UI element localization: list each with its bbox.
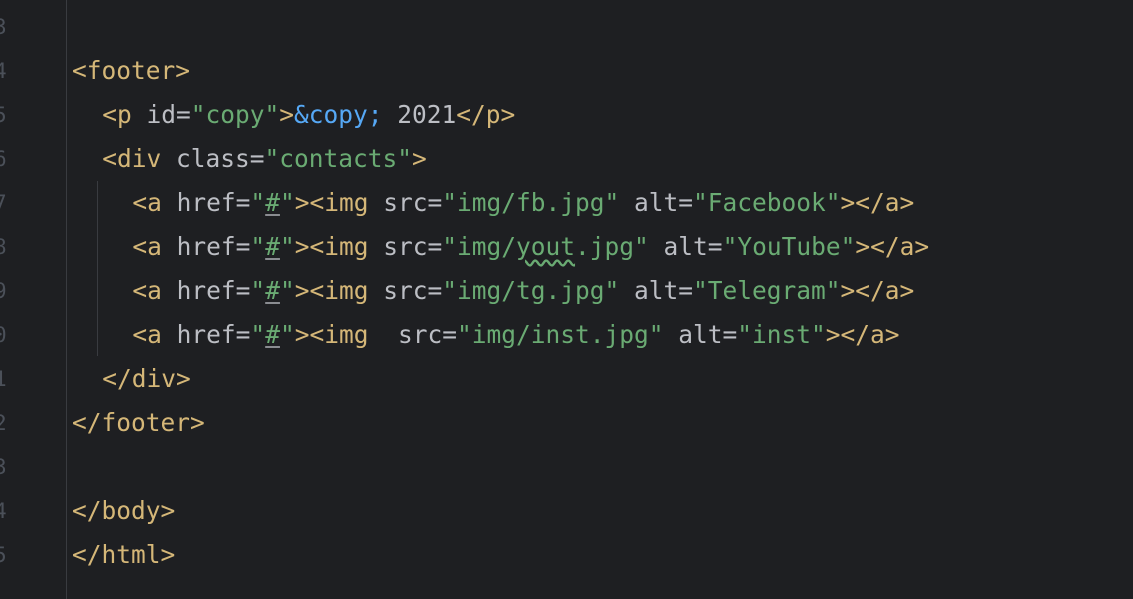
line-number: 2	[0, 411, 7, 435]
code-token: <a	[132, 232, 177, 261]
code-token: "contacts"	[264, 144, 412, 173]
gutter-divider	[66, 0, 67, 599]
code-token: &copy;	[294, 100, 383, 129]
code-line[interactable]: </html>	[72, 533, 175, 577]
code-token: ><img	[294, 276, 384, 305]
code-token: href=	[176, 232, 251, 261]
code-token: ><img	[294, 188, 384, 217]
code-token: href=	[176, 320, 251, 349]
code-token: .jpg"	[575, 232, 649, 261]
code-line[interactable]: <a href="#"><img src="img/fb.jpg" alt="F…	[132, 181, 914, 225]
code-token: <a	[132, 188, 177, 217]
code-line[interactable]: <div class="contacts">	[102, 137, 427, 181]
code-line[interactable]: </body>	[72, 489, 175, 533]
code-token: </p>	[456, 100, 516, 129]
code-token: "	[250, 232, 266, 261]
line-number: 3	[0, 15, 7, 39]
code-token: ></a>	[825, 320, 900, 349]
code-token: id=	[146, 100, 191, 129]
code-token: "img/inst.jpg"	[457, 320, 664, 349]
code-token: alt=	[619, 188, 694, 217]
code-token: "	[279, 188, 295, 217]
code-token: <div	[102, 144, 176, 173]
code-token: alt=	[663, 320, 738, 349]
line-number: 7	[0, 191, 7, 215]
code-token: ><img	[294, 232, 384, 261]
line-number-gutter: 3 4 5 6 7 8 9 0 1 2 3 4 5	[0, 0, 66, 599]
code-line[interactable]: <a href="#"><img src="img/inst.jpg" alt=…	[132, 313, 899, 357]
code-token: class=	[175, 144, 265, 173]
code-token: src=	[383, 188, 443, 217]
code-token: #	[265, 276, 280, 305]
code-token: </body>	[72, 496, 176, 525]
code-token: href=	[176, 188, 251, 217]
line-number: 1	[0, 367, 7, 391]
line-number: 0	[0, 323, 7, 347]
code-token: src=	[383, 232, 443, 261]
code-token: <footer>	[72, 56, 191, 85]
code-line[interactable]: <p id="copy">&copy; 2021</p>	[102, 93, 515, 137]
line-number: 5	[0, 103, 7, 127]
line-number: 9	[0, 279, 7, 303]
code-token: href=	[176, 276, 251, 305]
code-token: ></a>	[840, 188, 915, 217]
code-line[interactable]: <a href="#"><img src="img/tg.jpg" alt="T…	[132, 269, 914, 313]
code-token: "	[279, 232, 295, 261]
code-token: </html>	[72, 540, 176, 569]
code-token: alt=	[619, 276, 694, 305]
code-token: yout	[516, 232, 576, 261]
code-line[interactable]: <footer>	[72, 49, 190, 93]
code-token: "	[250, 320, 266, 349]
line-number: 3	[0, 455, 7, 479]
code-token: ></a>	[840, 276, 915, 305]
code-line[interactable]: <a href="#"><img src="img/yout.jpg" alt=…	[132, 225, 929, 269]
code-token: "	[279, 320, 295, 349]
code-token: </div>	[102, 364, 191, 393]
code-token: >	[411, 144, 427, 173]
code-token: alt=	[648, 232, 723, 261]
line-number: 4	[0, 59, 7, 83]
indent-guide	[97, 181, 98, 356]
code-token: #	[265, 188, 280, 217]
code-token: ></a>	[855, 232, 930, 261]
code-token: "img/	[442, 232, 517, 261]
code-token: "img/tg.jpg"	[442, 276, 620, 305]
code-token: <a	[132, 276, 177, 305]
code-token: src=	[397, 320, 457, 349]
code-token: "img/fb.jpg"	[442, 188, 620, 217]
line-number: 5	[0, 543, 7, 567]
code-token: #	[265, 320, 280, 349]
line-number: 4	[0, 499, 7, 523]
code-token: <p	[102, 100, 147, 129]
code-token: "Facebook"	[693, 188, 841, 217]
code-line[interactable]: </div>	[102, 357, 191, 401]
code-token: 2021	[382, 100, 457, 129]
code-token: "	[250, 188, 266, 217]
code-token: "YouTube"	[722, 232, 856, 261]
code-token: </footer>	[72, 408, 205, 437]
code-editor[interactable]: 3456789012345 <footer> <p id="copy">&copy…	[0, 0, 1133, 599]
code-token: #	[265, 232, 280, 261]
code-token: >	[279, 100, 294, 129]
code-token: <a	[132, 320, 177, 349]
code-token: "inst"	[737, 320, 826, 349]
code-token: "copy"	[190, 100, 280, 129]
line-number: 6	[0, 147, 7, 171]
code-line[interactable]: </footer>	[72, 401, 205, 445]
code-token: ><img	[294, 320, 398, 349]
line-number: 8	[0, 235, 7, 259]
code-token: "Telegram"	[693, 276, 841, 305]
code-token: "	[250, 276, 266, 305]
code-token: "	[279, 276, 295, 305]
code-token: src=	[383, 276, 443, 305]
